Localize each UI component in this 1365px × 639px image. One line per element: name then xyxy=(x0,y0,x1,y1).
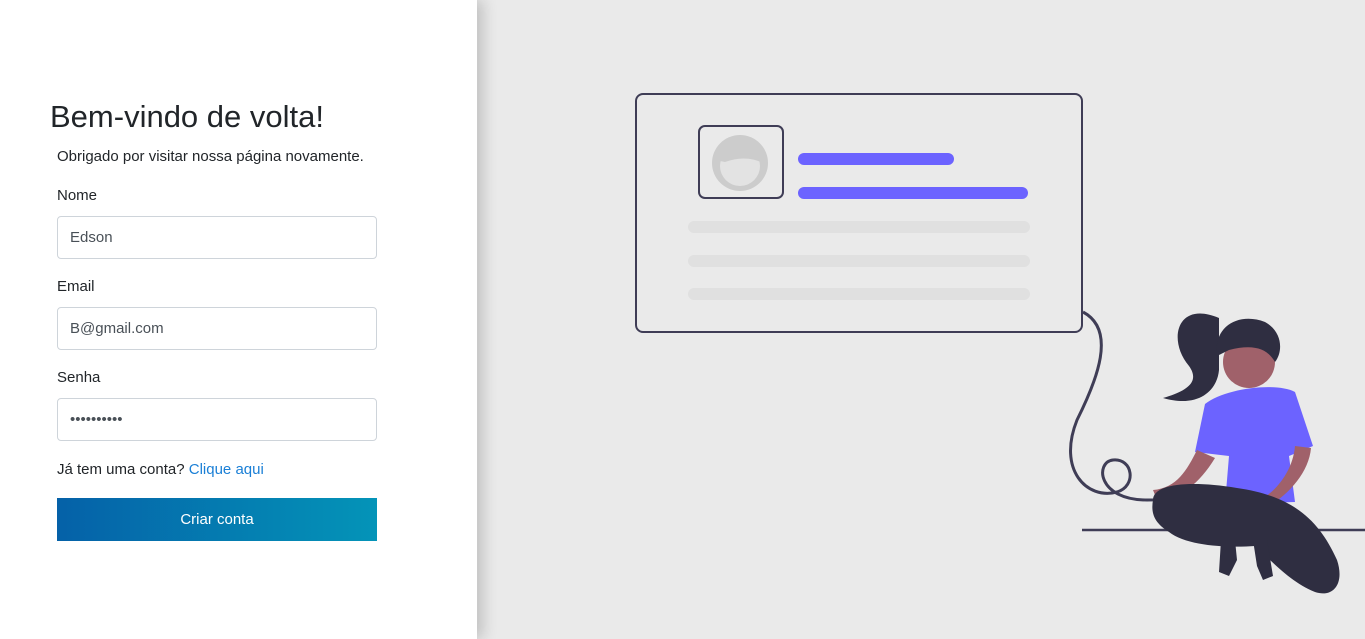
create-account-button[interactable]: Criar conta xyxy=(57,498,377,541)
name-field[interactable] xyxy=(57,216,377,259)
signin-prompt-text: Já tem uma conta? xyxy=(57,461,185,478)
avatar-icon xyxy=(712,135,768,191)
password-field[interactable] xyxy=(57,398,377,441)
email-label: Email xyxy=(57,278,95,295)
signup-form-panel: Bem-vindo de volta! Obrigado por visitar… xyxy=(0,0,477,639)
page-subtitle: Obrigado por visitar nossa página novame… xyxy=(57,148,364,165)
password-label: Senha xyxy=(57,369,101,386)
signin-link[interactable]: Clique aqui xyxy=(189,461,264,478)
email-field[interactable] xyxy=(57,307,377,350)
signin-prompt: Já tem uma conta? Clique aqui xyxy=(57,460,264,480)
name-label: Nome xyxy=(57,187,98,204)
signup-page: Bem-vindo de volta! Obrigado por visitar… xyxy=(0,0,1365,639)
profile-illustration xyxy=(477,0,1365,639)
page-title: Bem-vindo de volta! xyxy=(50,99,324,134)
profile-card xyxy=(635,93,1083,333)
